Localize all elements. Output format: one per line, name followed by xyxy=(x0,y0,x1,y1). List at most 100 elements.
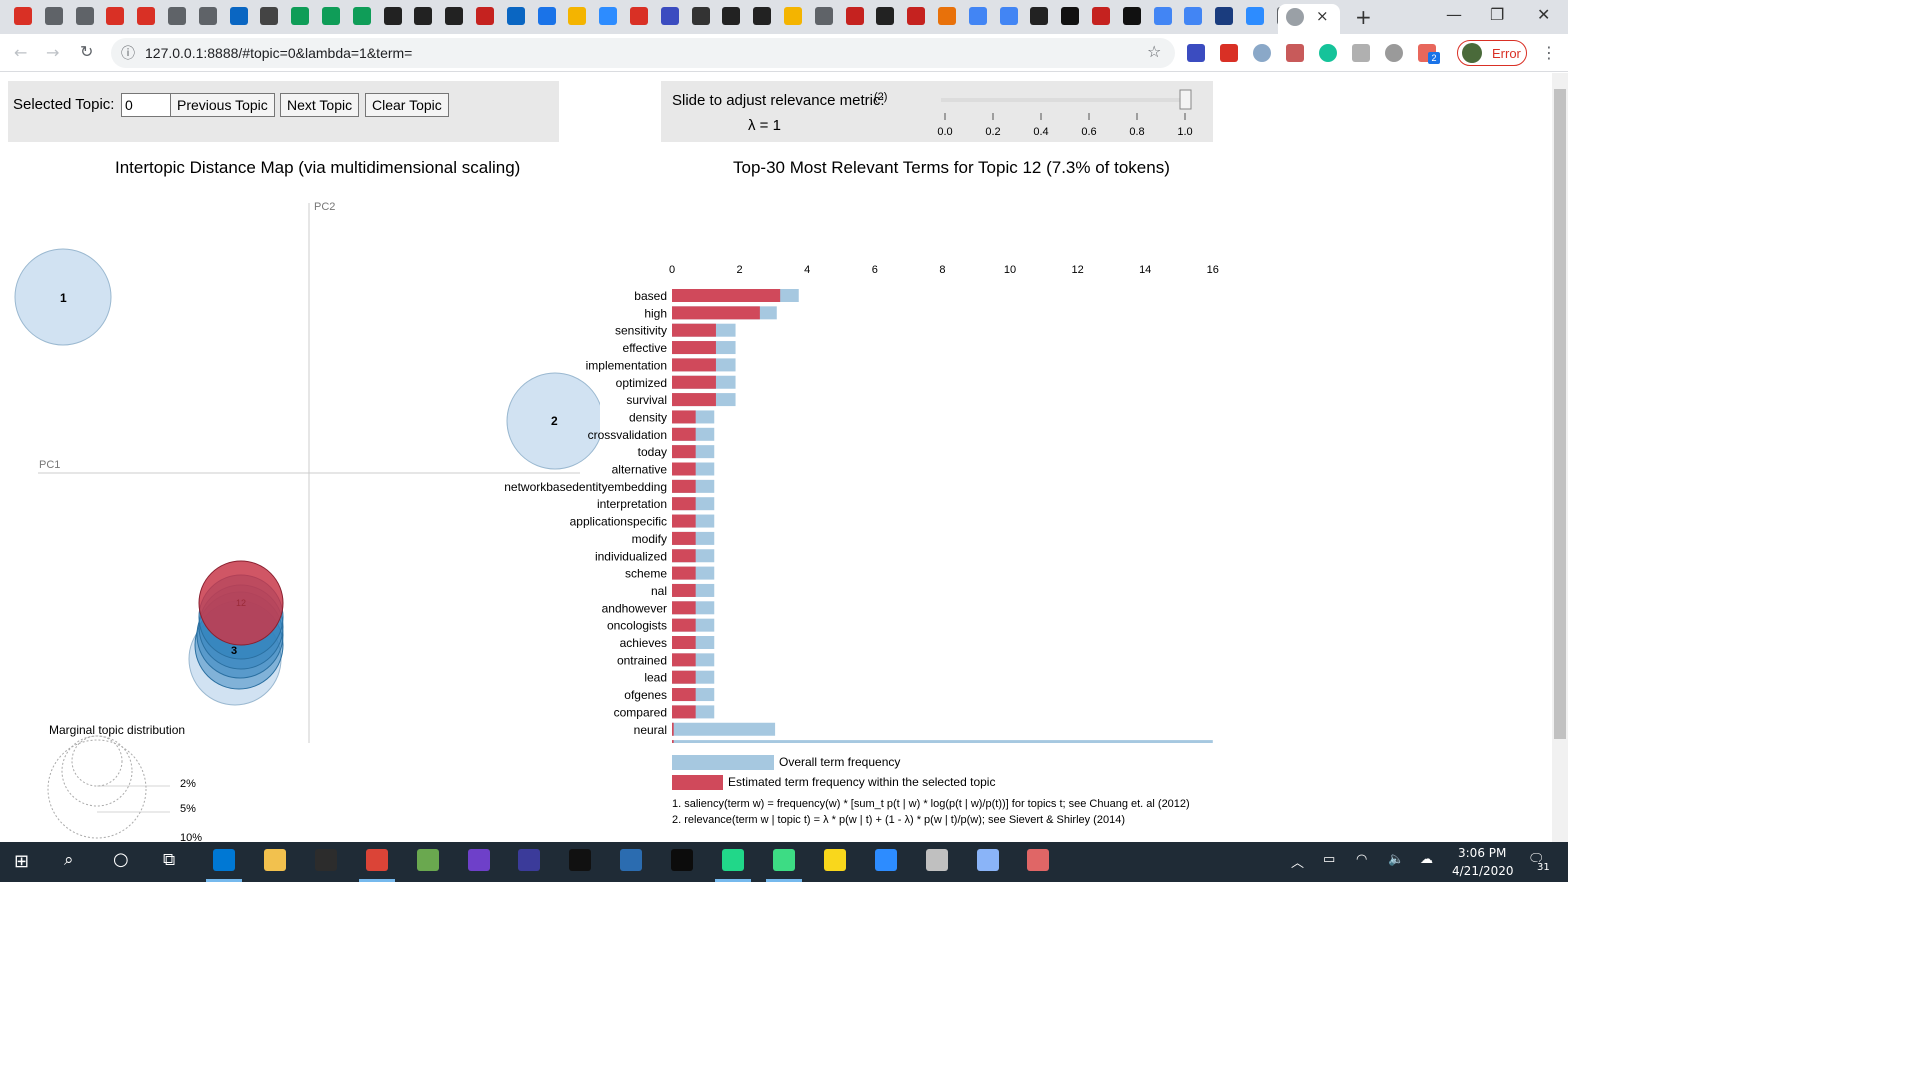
pinned-tab-icon[interactable] xyxy=(168,7,186,25)
pinned-tab-icon[interactable] xyxy=(106,7,125,25)
pinned-tab-icon[interactable] xyxy=(907,7,926,25)
pinned-tab-icon[interactable] xyxy=(537,7,556,25)
pinned-tab-icon[interactable] xyxy=(938,7,956,25)
pinned-tab-icon[interactable] xyxy=(476,7,494,25)
settings-icon[interactable] xyxy=(925,849,948,871)
topic-frequency-bar[interactable] xyxy=(672,514,696,528)
extension-icon[interactable]: 2 xyxy=(1418,44,1440,64)
volume-icon[interactable]: 🔈 xyxy=(1388,852,1404,867)
term-label[interactable]: density xyxy=(629,410,667,424)
pinned-tab-icon[interactable] xyxy=(260,7,279,25)
topic-frequency-bar[interactable] xyxy=(672,636,696,649)
minimize-icon[interactable]: — xyxy=(1446,5,1462,24)
window-close-icon[interactable]: ✕ xyxy=(1537,5,1550,24)
pinned-tab-icon[interactable] xyxy=(630,7,648,25)
pinned-tab-icon[interactable] xyxy=(1246,7,1264,25)
pinned-tab-icon[interactable] xyxy=(414,7,433,25)
tray-chevron-icon[interactable]: ︿ xyxy=(1291,852,1304,871)
pinned-tab-icon[interactable] xyxy=(999,7,1018,25)
term-label[interactable]: survival xyxy=(626,393,667,407)
previous-topic-button[interactable]: Previous Topic xyxy=(170,93,275,117)
zoom-icon[interactable] xyxy=(874,849,897,871)
topic-frequency-bar[interactable] xyxy=(672,479,696,493)
pinned-tab-icon[interactable] xyxy=(1122,7,1141,25)
pinned-tab-icon[interactable] xyxy=(784,7,802,25)
close-tab-icon[interactable]: × xyxy=(1316,7,1329,25)
term-label[interactable]: achieves xyxy=(620,636,667,650)
pinned-tab-icon[interactable] xyxy=(198,7,217,25)
topic-frequency-bar[interactable] xyxy=(672,583,696,597)
topic-frequency-bar[interactable] xyxy=(672,462,696,476)
term-label[interactable]: compared xyxy=(614,705,667,719)
pinned-tab-icon[interactable] xyxy=(968,7,987,25)
extension-icon[interactable] xyxy=(1352,44,1370,62)
reload-icon[interactable]: ↻ xyxy=(80,42,93,61)
term-label[interactable]: crossvalidation xyxy=(588,428,667,442)
maximize-icon[interactable]: ❐ xyxy=(1490,5,1504,24)
webstorm-icon[interactable] xyxy=(314,849,337,871)
topic-frequency-bar[interactable] xyxy=(672,497,696,511)
app-icon[interactable] xyxy=(416,849,439,871)
term-label[interactable]: effective xyxy=(623,341,668,355)
clear-topic-button[interactable]: Clear Topic xyxy=(365,93,449,117)
battery-icon[interactable]: ▭ xyxy=(1323,852,1335,867)
clock-date[interactable]: 4/21/2020 xyxy=(1452,864,1514,878)
active-tab[interactable]: × xyxy=(1278,4,1340,34)
onedrive-icon[interactable]: ☁ xyxy=(1420,852,1433,867)
eclipse-icon[interactable] xyxy=(518,849,541,871)
pinned-tab-icon[interactable] xyxy=(14,7,32,25)
info-icon[interactable]: ⓘ xyxy=(121,43,135,63)
task-view-icon[interactable]: ⧉ xyxy=(163,850,175,870)
term-label[interactable]: alternative xyxy=(612,463,668,477)
term-label[interactable]: ontrained xyxy=(617,653,667,667)
forward-icon[interactable]: → xyxy=(46,43,59,62)
topic-frequency-bar[interactable] xyxy=(672,445,696,459)
extension-icon[interactable] xyxy=(1385,44,1403,62)
topic-frequency-bar[interactable] xyxy=(672,427,696,441)
cors-icon[interactable] xyxy=(1220,44,1238,62)
term-label[interactable]: cancer xyxy=(631,740,667,743)
pinned-tab-icon[interactable] xyxy=(1153,7,1172,25)
topic-frequency-bar[interactable] xyxy=(672,289,781,302)
grammarly-icon[interactable] xyxy=(1319,44,1337,62)
topic-frequency-bar[interactable] xyxy=(672,375,716,389)
pinned-tab-icon[interactable] xyxy=(1215,7,1234,25)
topic-frequency-bar[interactable] xyxy=(672,323,716,337)
terminal-icon[interactable] xyxy=(671,849,694,871)
pinned-tab-icon[interactable] xyxy=(137,7,156,25)
pinned-tab-icon[interactable] xyxy=(1061,7,1080,25)
pinned-tab-icon[interactable] xyxy=(322,7,340,25)
slider-thumb[interactable] xyxy=(1179,89,1192,110)
selected-topic-input[interactable] xyxy=(121,93,173,117)
back-icon[interactable]: ← xyxy=(14,43,27,62)
topic-frequency-bar[interactable] xyxy=(672,306,760,320)
topic-frequency-bar[interactable] xyxy=(672,670,696,684)
zotero-icon[interactable] xyxy=(1187,44,1205,62)
paint-icon[interactable] xyxy=(976,849,999,871)
term-label[interactable]: andhowever xyxy=(602,601,667,615)
term-label[interactable]: optimized xyxy=(616,376,667,390)
term-label[interactable]: networkbasedentityembedding xyxy=(504,480,667,494)
term-label[interactable]: scheme xyxy=(625,567,667,581)
pinned-tab-icon[interactable] xyxy=(568,7,587,25)
term-label[interactable]: based xyxy=(634,289,667,303)
scrollbar-thumb[interactable] xyxy=(1554,89,1566,739)
term-label[interactable]: ofgenes xyxy=(624,688,667,702)
pinned-tab-icon[interactable] xyxy=(229,7,248,25)
pinned-tab-icon[interactable] xyxy=(1030,7,1049,25)
app-icon[interactable] xyxy=(1027,849,1050,871)
github-desktop-icon[interactable] xyxy=(467,849,490,871)
cortana-icon[interactable]: ○ xyxy=(113,849,129,870)
pinned-tab-icon[interactable] xyxy=(814,7,833,25)
term-label[interactable]: sensitivity xyxy=(615,324,667,338)
pinned-tab-icon[interactable] xyxy=(753,7,772,25)
term-label[interactable]: implementation xyxy=(586,358,667,372)
topic-frequency-bar[interactable] xyxy=(672,705,696,719)
pdf-icon[interactable] xyxy=(1286,44,1304,62)
term-label[interactable]: modify xyxy=(632,532,667,546)
topic-frequency-bar[interactable] xyxy=(672,601,696,615)
term-label[interactable]: nal xyxy=(651,584,667,598)
address-bar[interactable]: ⓘ 127.0.0.1:8888/#topic=0&lambda=1&term=… xyxy=(111,38,1175,68)
term-label[interactable]: individualized xyxy=(595,549,667,563)
overall-frequency-bar[interactable] xyxy=(672,722,776,736)
